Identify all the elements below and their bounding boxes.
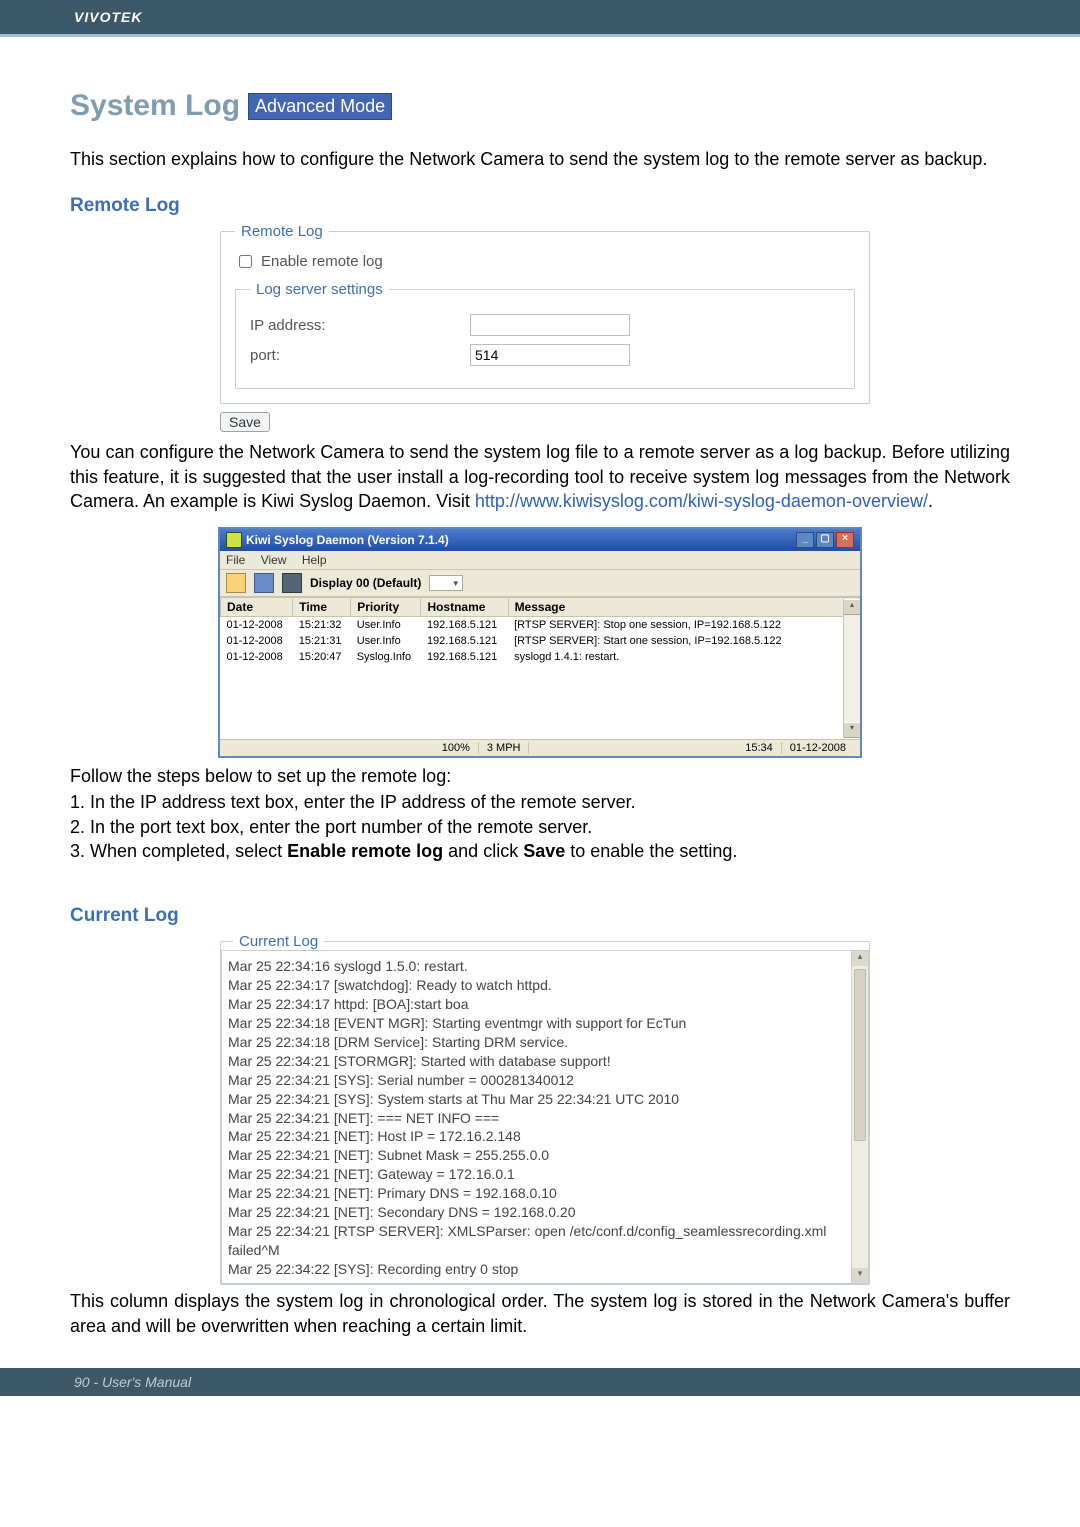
kiwi-toolbar: Display 00 (Default) [220, 569, 860, 597]
toolbar-icon-2[interactable] [254, 573, 274, 593]
log-line: Mar 25 22:34:18 [EVENT MGR]: Starting ev… [228, 1014, 848, 1033]
scroll-up-icon[interactable]: ▴ [844, 599, 860, 615]
remote-log-legend: Remote Log [235, 223, 329, 240]
log-line: Mar 25 22:34:16 syslogd 1.5.0: restart. [228, 957, 848, 976]
current-log-legend: Current Log [233, 933, 324, 950]
status-pct: 100% [434, 742, 479, 754]
scroll-thumb[interactable] [854, 969, 866, 1141]
enable-remote-log-label: Enable remote log [261, 253, 383, 270]
log-line: Mar 25 22:34:21 [SYS]: Serial number = 0… [228, 1071, 848, 1090]
col-hostname: Hostname [421, 598, 508, 617]
maximize-icon[interactable]: ▢ [816, 532, 834, 548]
col-date: Date [221, 598, 293, 617]
port-input[interactable] [470, 344, 630, 366]
table-row: 01-12-2008 15:20:47 Syslog.Info 192.168.… [221, 649, 860, 665]
log-line: Mar 25 22:34:21 [NET]: Subnet Mask = 255… [228, 1146, 848, 1165]
port-label: port: [250, 347, 470, 364]
log-line: Mar 25 22:34:21 [NET]: Primary DNS = 192… [228, 1184, 848, 1203]
log-line: Mar 25 22:34:21 [NET]: Gateway = 172.16.… [228, 1165, 848, 1184]
kiwi-titlebar: Kiwi Syslog Daemon (Version 7.1.4) _ ▢ × [220, 529, 860, 551]
advanced-mode-badge: Advanced Mode [248, 93, 392, 120]
kiwi-app-icon [226, 532, 242, 548]
ip-address-row: IP address: [250, 314, 840, 336]
kiwi-scrollbar[interactable]: ▴ ▾ [843, 599, 860, 738]
enable-remote-log-checkbox[interactable] [239, 255, 252, 268]
log-line: Mar 25 22:34:17 [swatchdog]: Ready to wa… [228, 976, 848, 995]
scroll-up-icon[interactable]: ▴ [852, 951, 868, 966]
log-line: Mar 25 22:34:21 [SYS]: System starts at … [228, 1090, 848, 1109]
steps-list: 1. In the IP address text box, enter the… [70, 790, 1010, 863]
log-line: Mar 25 22:34:21 [NET]: === NET INFO === [228, 1109, 848, 1128]
log-server-settings-fieldset: Log server settings IP address: port: [235, 281, 855, 389]
brand-text: VIVOTEK [74, 9, 142, 25]
col-message: Message [508, 598, 859, 617]
current-log-heading: Current Log [70, 905, 1010, 927]
ip-address-input[interactable] [470, 314, 630, 336]
save-button-wrap: Save [220, 412, 1010, 432]
kiwi-statusbar: 100% 3 MPH 15:34 01-12-2008 [220, 739, 860, 756]
header-bar: VIVOTEK [0, 0, 1080, 34]
ip-address-label: IP address: [250, 317, 470, 334]
kiwi-display-select[interactable] [429, 575, 462, 591]
col-time: Time [293, 598, 351, 617]
page-content: System Log Advanced Mode This section ex… [0, 37, 1080, 1338]
step-3: 3. When completed, select Enable remote … [70, 839, 1010, 863]
kiwi-title-text: Kiwi Syslog Daemon (Version 7.1.4) [246, 533, 449, 547]
save-button[interactable]: Save [220, 412, 270, 432]
description-with-link: You can configure the Network Camera to … [70, 440, 1010, 513]
step-2: 2. In the port text box, enter the port … [70, 815, 1010, 839]
menu-view[interactable]: View [261, 553, 287, 567]
remote-log-form: Remote Log Enable remote log Log server … [220, 223, 870, 404]
intro-paragraph: This section explains how to configure t… [70, 147, 1010, 171]
status-date: 01-12-2008 [782, 742, 854, 754]
scroll-down-icon[interactable]: ▾ [852, 1268, 868, 1283]
step-1: 1. In the IP address text box, enter the… [70, 790, 1010, 814]
log-line: Mar 25 22:34:21 [RTSP SERVER]: XMLSParse… [228, 1222, 848, 1260]
log-line: Mar 25 22:34:21 [STORMGR]: Started with … [228, 1052, 848, 1071]
table-row: 01-12-2008 15:21:32 User.Info 192.168.5.… [221, 617, 860, 634]
status-mph: 3 MPH [479, 742, 530, 754]
log-line: Mar 25 22:34:21 [NET]: Host IP = 172.16.… [228, 1127, 848, 1146]
kiwi-link[interactable]: http://www.kiwisyslog.com/kiwi-syslog-da… [475, 491, 928, 511]
log-server-settings-legend: Log server settings [250, 281, 389, 298]
enable-remote-log-row: Enable remote log [235, 252, 855, 271]
kiwi-menubar: File View Help [220, 551, 860, 569]
menu-file[interactable]: File [226, 553, 245, 567]
current-log-fieldset: Current Log Mar 25 22:34:16 syslogd 1.5.… [220, 933, 870, 1285]
footer-text: 90 - User's Manual [74, 1374, 191, 1390]
col-priority: Priority [351, 598, 421, 617]
log-line: Mar 25 22:34:17 httpd: [BOA]:start boa [228, 995, 848, 1014]
remote-log-fieldset: Remote Log Enable remote log Log server … [220, 223, 870, 404]
log-line: Mar 25 22:34:22 [SYS]: Recording entry 0… [228, 1260, 848, 1279]
kiwi-display-label: Display 00 (Default) [310, 576, 421, 590]
steps-intro: Follow the steps below to set up the rem… [70, 764, 1010, 788]
close-icon[interactable]: × [836, 532, 854, 548]
log-line: Mar 25 22:34:18 [DRM Service]: Starting … [228, 1033, 848, 1052]
status-time: 15:34 [737, 742, 782, 754]
current-log-description: This column displays the system log in c… [70, 1289, 1010, 1338]
desc-after-link: . [928, 491, 933, 511]
current-log-panel: Current Log Mar 25 22:34:16 syslogd 1.5.… [220, 933, 870, 1285]
table-row: 01-12-2008 15:21:31 User.Info 192.168.5.… [221, 633, 860, 649]
log-scrollbar[interactable]: ▴ ▾ [851, 951, 868, 1283]
minimize-icon[interactable]: _ [796, 532, 814, 548]
kiwi-log-table: Date Time Priority Hostname Message 01-1… [220, 597, 860, 739]
kiwi-window: Kiwi Syslog Daemon (Version 7.1.4) _ ▢ ×… [218, 527, 862, 758]
menu-help[interactable]: Help [302, 553, 327, 567]
kiwi-window-buttons: _ ▢ × [796, 532, 854, 548]
current-log-box: Mar 25 22:34:16 syslogd 1.5.0: restart. … [221, 950, 869, 1284]
port-row: port: [250, 344, 840, 366]
log-line: Mar 25 22:34:21 [NET]: Secondary DNS = 1… [228, 1203, 848, 1222]
footer-bar: 90 - User's Manual [0, 1368, 1080, 1396]
toolbar-icon-3[interactable] [282, 573, 302, 593]
scroll-down-icon[interactable]: ▾ [844, 722, 860, 738]
page-title: System Log Advanced Mode [70, 89, 1010, 123]
toolbar-icon-1[interactable] [226, 573, 246, 593]
remote-log-heading: Remote Log [70, 195, 1010, 217]
page-title-text: System Log [70, 89, 240, 123]
